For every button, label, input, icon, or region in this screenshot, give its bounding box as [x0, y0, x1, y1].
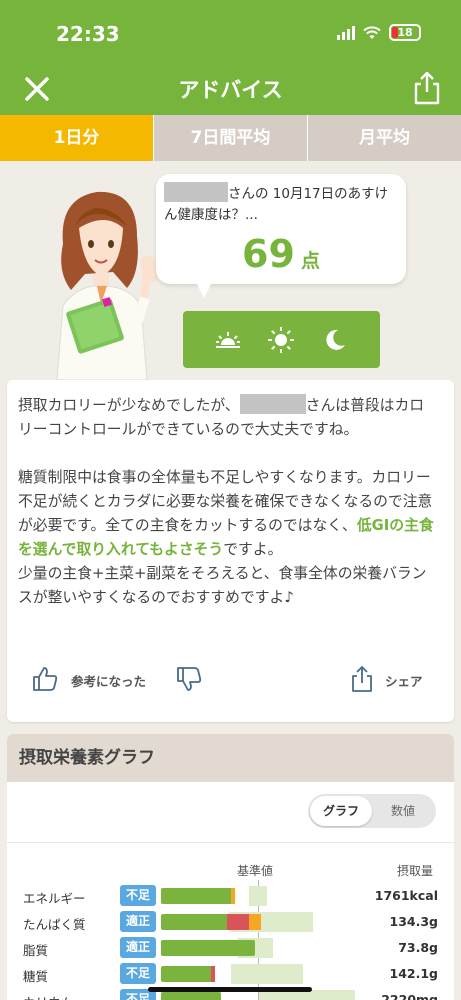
status-time: 22:33	[56, 22, 120, 46]
intake-bar-segment	[211, 966, 215, 982]
standard-range	[231, 964, 303, 984]
status-icons: 18	[337, 24, 421, 41]
toggle-numeric[interactable]: 数値	[372, 796, 434, 826]
intake-bar-segment	[231, 888, 235, 904]
nutrient-name: エネルギー	[23, 891, 86, 906]
intake-bar-segment	[227, 914, 249, 930]
wifi-icon	[363, 25, 381, 39]
score-unit: 点	[300, 250, 320, 272]
health-score-bubble: さんの 10月17日のあすけん健康度は？... 69 点	[156, 174, 406, 284]
helpful-label[interactable]: 参考になった	[71, 671, 146, 690]
nutrient-value: 1761kcal	[374, 888, 438, 903]
cellular-signal-icon	[337, 25, 355, 40]
intake-bar	[161, 966, 213, 982]
intake-bar	[161, 992, 221, 1000]
divider	[7, 842, 454, 843]
health-score-question: さんの 10月17日のあすけん健康度は？...	[164, 182, 400, 226]
battery-icon: 18	[389, 24, 421, 41]
tab-7day-average[interactable]: 7日間平均	[154, 115, 308, 161]
health-score: 69 点	[156, 232, 406, 276]
sun-icon[interactable]	[266, 325, 296, 355]
share-icon[interactable]	[411, 70, 443, 106]
battery-level: 18	[397, 26, 413, 39]
period-tabs: 1日分 7日間平均 月平均	[0, 115, 461, 161]
tab-monthly-average[interactable]: 月平均	[308, 115, 461, 161]
share-icon[interactable]	[349, 665, 375, 693]
toggle-graph[interactable]: グラフ	[310, 796, 372, 826]
column-standard-label: 基準値	[237, 864, 274, 878]
redacted-username	[164, 182, 228, 202]
status-badge: 不足	[120, 885, 156, 906]
meal-time-selector	[183, 311, 380, 368]
thumbs-down-icon[interactable]	[175, 665, 203, 693]
nutrient-row: たんぱく質 適正 134.3g	[7, 910, 454, 934]
nutrient-name: たんぱく質	[23, 917, 86, 932]
column-intake-label: 摂取量	[397, 864, 434, 878]
advisor-illustration	[56, 191, 158, 380]
nutrient-graph-card: 摂取栄養素グラフ グラフ 数値 基準値 摂取量 エネルギー 不足 1761kca…	[7, 734, 454, 1000]
view-toggle: グラフ 数値	[308, 794, 436, 828]
app-header: 22:33 18 アドバイス	[0, 0, 461, 115]
intake-bar-segment	[249, 914, 261, 930]
nutrient-name: カリウム	[23, 992, 73, 1000]
feedback-row: 参考になった シェア	[7, 665, 454, 695]
intake-bar	[161, 940, 255, 956]
status-badge: 適正	[120, 937, 156, 958]
thumbs-up-icon[interactable]	[31, 665, 59, 693]
bubble-tail	[196, 282, 212, 298]
nutrient-graph-title: 摂取栄養素グラフ	[7, 734, 454, 782]
advice-paragraph-2: 糖質制限中は食事の全体量も不足しやすくなります。カロリー不足が続くとカラダに必要…	[18, 466, 438, 562]
status-badge: 不足	[120, 963, 156, 984]
advice-paragraph-3: 少量の主食+主菜+副菜をそろえると、食事全体の栄養バランスが整いやすくなるのでお…	[18, 565, 427, 606]
intake-bar	[161, 888, 235, 904]
advice-card: 摂取カロリーが少なめでしたが、 さんは普段はカロリーコントロールができているので大…	[7, 380, 454, 722]
score-value: 69	[242, 232, 295, 276]
advice-p2-end: ですよ。	[223, 541, 283, 558]
page-title: アドバイス	[178, 78, 283, 102]
nutrient-name: 脂質	[23, 943, 49, 958]
home-indicator[interactable]	[148, 987, 312, 992]
nutrient-value: 73.8g	[398, 940, 438, 955]
advice-p1-start: 摂取カロリーが少なめでしたが、	[18, 397, 240, 414]
advice-paragraph-1: 摂取カロリーが少なめでしたが、 さんは普段はカロリーコントロールができているので大…	[18, 394, 438, 442]
standard-range	[249, 886, 267, 906]
redacted-username	[239, 394, 306, 414]
nutrient-name: 糖質	[23, 969, 49, 984]
nutrient-row: エネルギー 不足 1761kcal	[7, 884, 454, 908]
share-label[interactable]: シェア	[385, 671, 423, 690]
nutrient-row: 脂質 適正 73.8g	[7, 936, 454, 960]
nutrient-row: 糖質 不足 142.1g	[7, 962, 454, 986]
nutrient-value: 134.3g	[389, 914, 439, 929]
sunrise-icon[interactable]	[213, 325, 243, 355]
status-badge: 適正	[120, 911, 156, 932]
tab-1day[interactable]: 1日分	[0, 115, 154, 161]
advice-text: 摂取カロリーが少なめでしたが、 さんは普段はカロリーコントロールができているので大…	[18, 394, 438, 610]
moon-icon[interactable]	[320, 325, 350, 355]
nutrient-value: 142.1g	[389, 966, 439, 981]
nutrient-value: 2220mg	[381, 992, 438, 1000]
